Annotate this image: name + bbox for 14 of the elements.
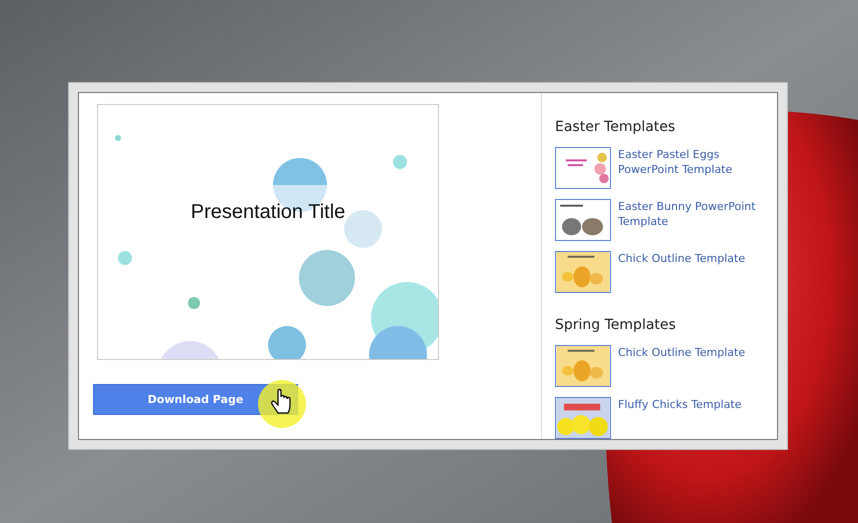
template-link[interactable]: Chick Outline Template <box>618 251 776 293</box>
template-link[interactable]: Easter Bunny PowerPoint Template <box>618 199 776 241</box>
template-thumbnail[interactable] <box>555 397 611 439</box>
template-thumbnail[interactable] <box>555 251 611 293</box>
template-thumbnail[interactable] <box>555 147 611 189</box>
template-link[interactable]: Fluffy Chicks Template <box>618 397 776 439</box>
template-thumbnail[interactable] <box>555 199 611 241</box>
template-link[interactable]: Easter Pastel Eggs PowerPoint Template <box>618 147 776 189</box>
slide-title: Presentation Title <box>190 201 346 225</box>
template-link[interactable]: Chick Outline Template <box>618 345 776 387</box>
section-heading: Easter Templates <box>555 119 676 135</box>
section-heading: Spring Templates <box>555 317 677 333</box>
cursor-highlight-icon <box>257 379 307 429</box>
template-thumbnail[interactable] <box>555 345 611 387</box>
